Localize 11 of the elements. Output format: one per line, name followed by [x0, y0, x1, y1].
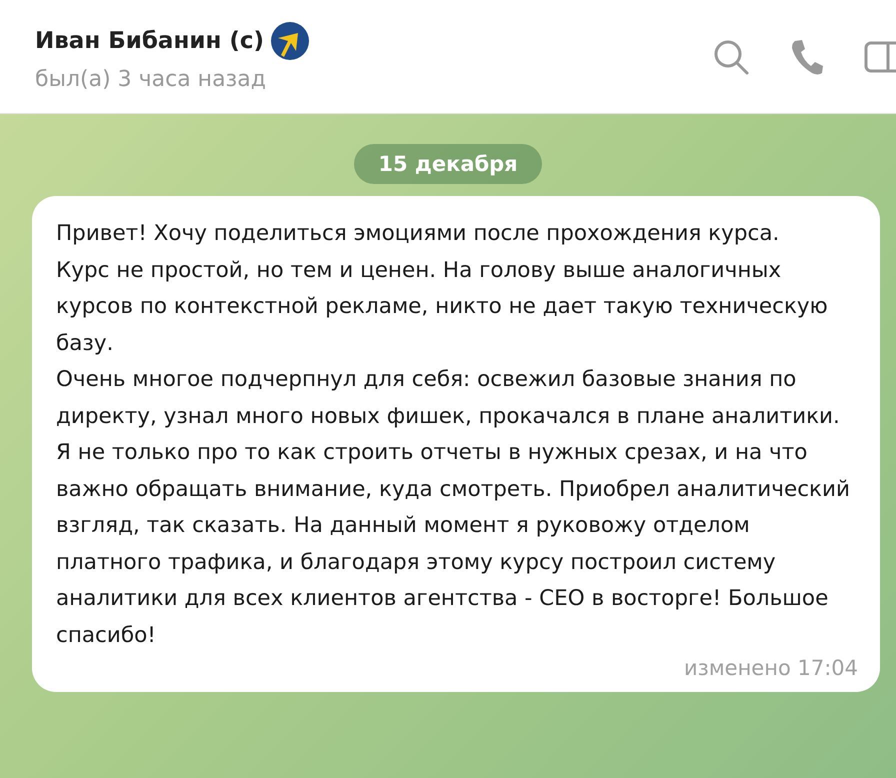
search-icon[interactable]	[712, 38, 750, 76]
message-text: Привет! Хочу поделиться эмоциями после прохождения курса.	[56, 220, 780, 248]
phone-icon[interactable]	[790, 38, 824, 76]
date-label: 15 декабря	[354, 144, 542, 184]
arrow-badge-icon	[270, 21, 310, 61]
message-text: Очень многое подчерпнул для себя: освежил базовые знания по директу, узнал много новых фишек, прокачался в плане аналитики. Я не только про то как строить отчеты в нужных срезах, и на что важно обращать внимание, куда смотреть. Приобрел аналитический взгляд, так сказать. На данный момент я руковожу отделом платного трафика, и благодаря этому курсу построил систему аналитики для всех клиентов агентства - СЕО в восторге! Большое спасибо!	[56, 366, 851, 650]
message-time: изменено 17:04	[684, 656, 858, 680]
last-seen-status: был(а) 3 часа назад	[35, 67, 267, 92]
contact-name: Иван Бибанин (с)	[35, 28, 264, 54]
message-text: Курс не простой, но тем и ценен. На голову выше аналогичных курсов по контекстной рекламе, никто не дает такую техническую базу.	[56, 256, 829, 358]
side-panel-icon[interactable]	[864, 38, 896, 74]
